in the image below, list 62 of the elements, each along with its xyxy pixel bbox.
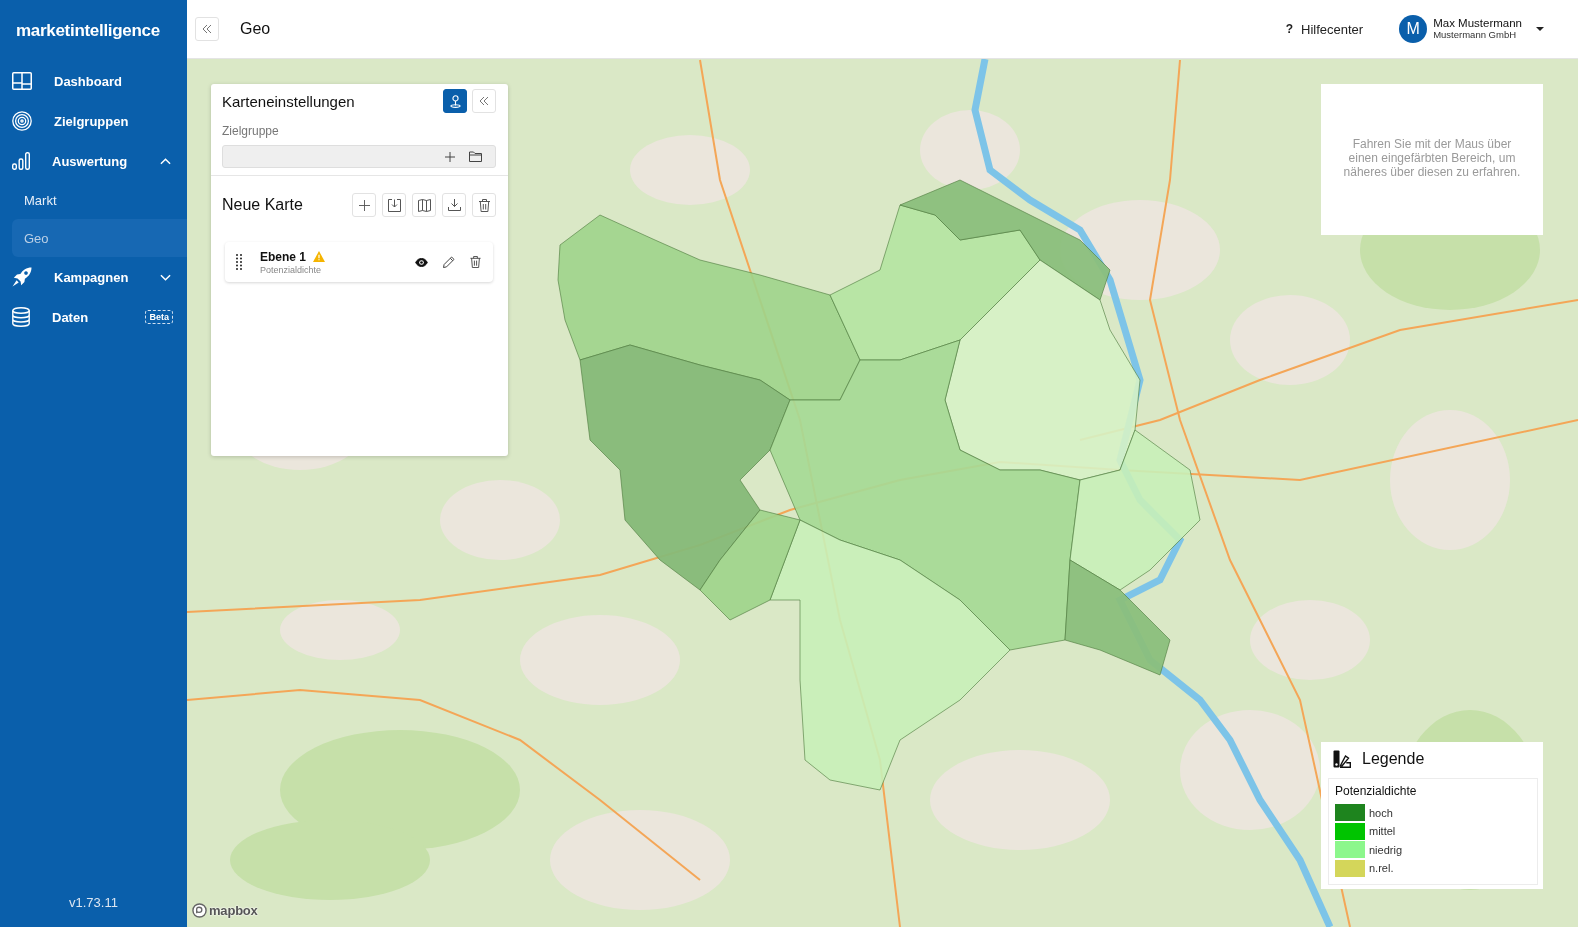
sidebar-subitem[interactable]: Geo — [12, 219, 187, 257]
sidebar-subitem[interactable]: Markt — [12, 181, 187, 219]
legend-label: hoch — [1369, 806, 1393, 819]
double-chevron-left-icon — [479, 96, 489, 106]
sidebar-item[interactable]: Kampagnen — [0, 257, 187, 297]
dashboard-layout-icon — [12, 72, 32, 90]
sidebar-item[interactable]: Auswertung — [0, 141, 187, 181]
pencil-icon[interactable] — [443, 256, 455, 268]
pin-icon — [449, 94, 461, 108]
add-button[interactable] — [352, 193, 376, 217]
legend-label: niedrig — [1369, 843, 1403, 856]
download-button[interactable] — [442, 193, 466, 217]
import-button[interactable] — [382, 193, 406, 217]
pin-button[interactable] — [443, 89, 467, 113]
legend-title: Legende — [1362, 750, 1425, 768]
layer-subtitle: Potenzialdichte — [260, 264, 323, 275]
app-logo: marketintelligence — [15, 19, 161, 42]
chevron-up-icon[interactable] — [160, 157, 171, 165]
layer-name: Ebene 1 — [260, 249, 307, 264]
sidebar-item[interactable]: Daten Beta — [0, 297, 187, 337]
target-group-field[interactable] — [222, 145, 496, 168]
import-icon — [387, 198, 401, 212]
legend-label: n.rel. — [1369, 862, 1394, 874]
map-title: Neue Karte — [222, 196, 304, 214]
mapbox-logo-icon — [192, 903, 207, 918]
help-center-link[interactable]: ? Hilfecenter — [1285, 21, 1364, 37]
legend-label: mittel — [1369, 825, 1396, 837]
plus-icon[interactable] — [445, 151, 455, 162]
download-icon — [447, 199, 461, 211]
folder-icon[interactable] — [469, 151, 482, 162]
bar-chart-icon — [12, 152, 30, 170]
sidebar-item[interactable]: Dashboard — [0, 61, 187, 101]
chevron-down-icon[interactable] — [160, 273, 171, 281]
collapse-panel-button[interactable] — [472, 89, 496, 113]
plus-icon — [358, 199, 370, 211]
target-icon — [12, 111, 32, 131]
swatches-icon — [1333, 750, 1351, 768]
rocket-icon — [12, 267, 32, 287]
database-icon — [12, 307, 30, 327]
field-label: Zielgruppe — [222, 124, 280, 138]
panel-title: Karteneinstellungen — [222, 92, 356, 110]
trash-icon[interactable] — [470, 256, 481, 268]
company-name: Mustermann GmbH — [1433, 30, 1518, 41]
beta-badge: Beta — [145, 310, 173, 324]
layer-card[interactable]: Ebene 1 Potenzialdichte — [225, 242, 493, 282]
caret-down-icon[interactable] — [1536, 27, 1544, 31]
eye-icon[interactable] — [415, 257, 428, 267]
avatar[interactable]: M — [1399, 15, 1428, 43]
drag-handle-icon[interactable] — [236, 254, 242, 270]
mapbox-logo[interactable]: mapbox — [209, 903, 258, 918]
map-button[interactable] — [412, 193, 436, 217]
page-title: Geo — [240, 20, 271, 38]
double-chevron-left-icon — [202, 24, 212, 34]
folded-map-icon — [417, 198, 431, 212]
legend-subtitle: Potenzialdichte — [1335, 784, 1418, 798]
hover-hint-text: Fahren Sie mit der Maus über einen eingefärbten Bereich, um näheres über diesen zu erfahren. — [1342, 137, 1522, 179]
trash-icon — [478, 198, 490, 212]
delete-button[interactable] — [472, 193, 496, 217]
user-name: Max Mustermann — [1433, 17, 1522, 31]
sidebar-item[interactable]: Zielgruppen — [0, 101, 187, 141]
collapse-sidebar-button[interactable] — [195, 17, 219, 41]
version-label: v1.73.11 — [68, 895, 119, 912]
